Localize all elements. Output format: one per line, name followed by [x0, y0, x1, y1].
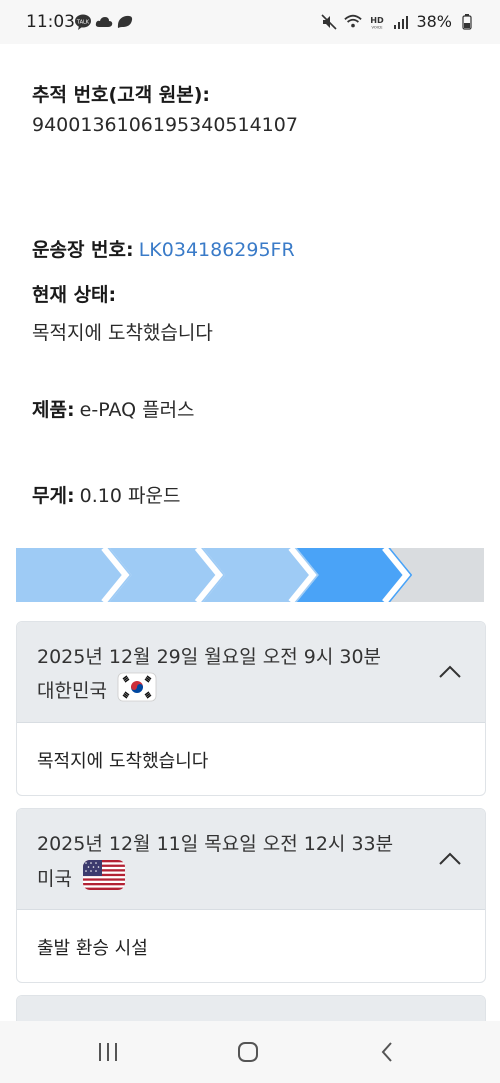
- waybill-label: 운송장 번호:: [32, 239, 134, 261]
- hd-voice-icon: HD VOICE: [368, 13, 386, 31]
- tracking-number-row: 9400136106195340514107: [32, 114, 298, 136]
- event-country: 대한민국: [37, 680, 107, 702]
- korea-flag-icon: [117, 672, 157, 707]
- event-card: 2025년 12월 11일 목요일 오전 12시 33분 미국 출발 환승 시설: [16, 808, 486, 983]
- event-date: 2025년 12월 11일 목요일 오전 12시 33분: [37, 833, 394, 855]
- weight-label: 무게:: [32, 485, 75, 507]
- navigation-bar: [0, 1021, 500, 1083]
- home-icon[interactable]: [228, 1035, 268, 1069]
- event-card: 2025년 12월 29일 월요일 오전 9시 30분 대한민국 목적지에 도착…: [16, 621, 486, 796]
- recents-icon[interactable]: [88, 1035, 128, 1069]
- current-status-value: 목적지에 도착했습니다: [32, 322, 213, 344]
- waybill-link[interactable]: LK034186295FR: [139, 239, 295, 261]
- product-label: 제품:: [32, 399, 75, 421]
- weight-value: 0.10 파운드: [79, 485, 181, 507]
- event-card-body: 출발 환승 시설: [17, 910, 485, 982]
- battery-icon: [458, 13, 476, 31]
- weight-row: 무게: 0.10 파운드: [32, 481, 180, 508]
- progress-bar: [16, 548, 484, 602]
- event-card-body: 목적지에 도착했습니다: [17, 723, 485, 795]
- status-value-row: 목적지에 도착했습니다: [32, 318, 213, 345]
- talk-icon: TALK: [74, 13, 92, 31]
- tracking-number: 9400136106195340514107: [32, 114, 298, 136]
- tracking-label: 추적 번호(고객 원본):: [32, 84, 211, 106]
- event-date: 2025년 12월 29일 월요일 오전 9시 30분: [37, 646, 382, 668]
- event-country-row: 미국: [37, 859, 126, 896]
- event-status: 목적지에 도착했습니다: [37, 751, 209, 772]
- usa-flag-icon: [82, 859, 126, 896]
- waybill-row: 운송장 번호: LK034186295FR: [32, 235, 295, 262]
- signal-icon: [392, 13, 410, 31]
- event-card-header[interactable]: 2025년 12월 29일 월요일 오전 9시 30분 대한민국: [17, 622, 485, 723]
- status-bar: 11:03 TALK HD VOICE 38%: [0, 0, 500, 44]
- back-icon[interactable]: [368, 1035, 408, 1069]
- mute-icon: [320, 13, 338, 31]
- tracking-label-row: 추적 번호(고객 원본):: [32, 80, 210, 107]
- product-value: e-PAQ 플러스: [79, 399, 195, 421]
- progress-step: [16, 548, 132, 602]
- leaf-icon: [116, 13, 134, 31]
- svg-text:HD: HD: [371, 14, 385, 24]
- event-country-row: 대한민국: [37, 672, 157, 707]
- chevron-up-icon[interactable]: [437, 849, 463, 869]
- system-icons: HD VOICE 38%: [320, 12, 476, 31]
- event-country: 미국: [37, 868, 72, 890]
- svg-text:TALK: TALK: [76, 20, 90, 26]
- cloud-icon: [95, 13, 113, 31]
- notification-icons: TALK: [74, 13, 134, 31]
- battery-percent: 38%: [416, 12, 452, 31]
- wifi-icon: [344, 13, 363, 31]
- svg-text:VOICE: VOICE: [372, 25, 384, 29]
- current-status-label: 현재 상태:: [32, 284, 117, 306]
- event-card-header[interactable]: 2025년 12월 11일 목요일 오전 12시 33분 미국: [17, 809, 485, 910]
- status-time: 11:03: [26, 12, 75, 32]
- event-status: 출발 환승 시설: [37, 938, 148, 959]
- chevron-up-icon[interactable]: [437, 662, 463, 682]
- product-row: 제품: e-PAQ 플러스: [32, 395, 195, 422]
- status-label-row: 현재 상태:: [32, 280, 116, 307]
